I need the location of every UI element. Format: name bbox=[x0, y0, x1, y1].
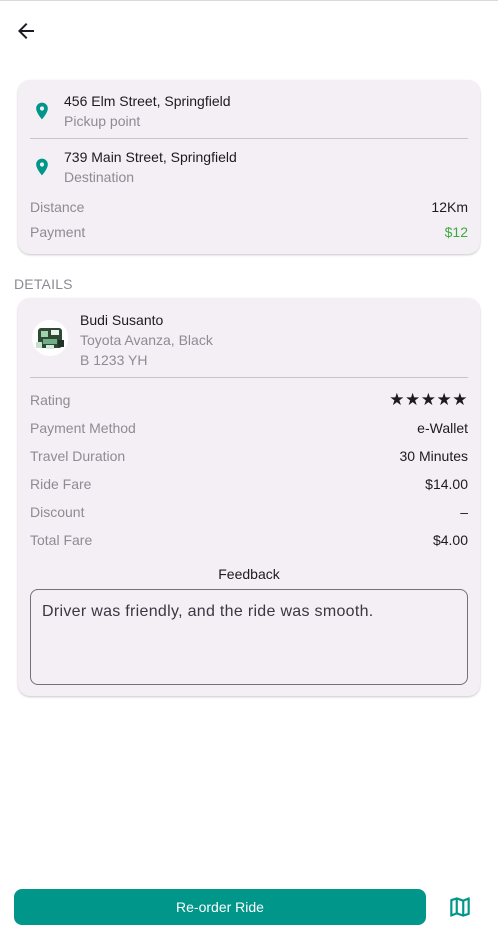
driver-avatar bbox=[32, 320, 68, 356]
reorder-ride-label: Re-order Ride bbox=[176, 899, 264, 915]
car-model: Toyota Avanza, Black bbox=[80, 332, 213, 348]
feedback-text: Driver was friendly, and the ride was sm… bbox=[42, 603, 374, 620]
details-section-title: DETAILS bbox=[14, 276, 73, 292]
pickup-address: 456 Elm Street, Springfield bbox=[64, 93, 231, 109]
ride-fare-label: Ride Fare bbox=[30, 476, 92, 492]
payment-method-label: Payment Method bbox=[30, 420, 136, 436]
driver-avatar-image bbox=[32, 320, 68, 356]
rating-stars: ★★★★★ bbox=[389, 390, 468, 409]
license-plate: B 1233 YH bbox=[80, 352, 148, 368]
total-fare-value: $4.00 bbox=[432, 532, 468, 548]
destination-address: 739 Main Street, Springfield bbox=[64, 149, 237, 165]
payment-value: $12 bbox=[444, 224, 468, 240]
trip-summary-card: 456 Elm Street, Springfield Pickup point… bbox=[18, 80, 480, 254]
distance-value: 12Km bbox=[431, 199, 468, 215]
pickup-pin-icon bbox=[36, 102, 48, 120]
top-divider bbox=[0, 0, 498, 3]
discount-label: Discount bbox=[30, 504, 85, 520]
driver-name: Budi Susanto bbox=[80, 312, 164, 328]
feedback-textbox[interactable]: Driver was friendly, and the ride was sm… bbox=[30, 589, 468, 685]
back-arrow-icon[interactable] bbox=[14, 19, 38, 43]
address-divider bbox=[30, 138, 468, 139]
reorder-ride-button[interactable]: Re-order Ride bbox=[14, 889, 426, 925]
rating-label: Rating bbox=[30, 392, 71, 408]
payment-label: Payment bbox=[30, 224, 86, 240]
driver-divider bbox=[30, 377, 468, 378]
travel-duration-value: 30 Minutes bbox=[399, 448, 468, 464]
distance-label: Distance bbox=[30, 199, 85, 215]
total-fare-label: Total Fare bbox=[30, 532, 93, 548]
ride-fare-value: $14.00 bbox=[425, 476, 468, 492]
feedback-title: Feedback bbox=[218, 566, 280, 582]
pickup-label: Pickup point bbox=[64, 113, 141, 129]
map-icon[interactable] bbox=[447, 894, 473, 920]
payment-method-value: e-Wallet bbox=[417, 420, 468, 436]
travel-duration-label: Travel Duration bbox=[30, 448, 126, 464]
discount-value: – bbox=[460, 504, 468, 520]
destination-pin-icon bbox=[36, 158, 48, 176]
destination-label: Destination bbox=[64, 169, 135, 185]
driver-details-card: Budi Susanto Toyota Avanza, Black B 1233… bbox=[18, 298, 480, 696]
